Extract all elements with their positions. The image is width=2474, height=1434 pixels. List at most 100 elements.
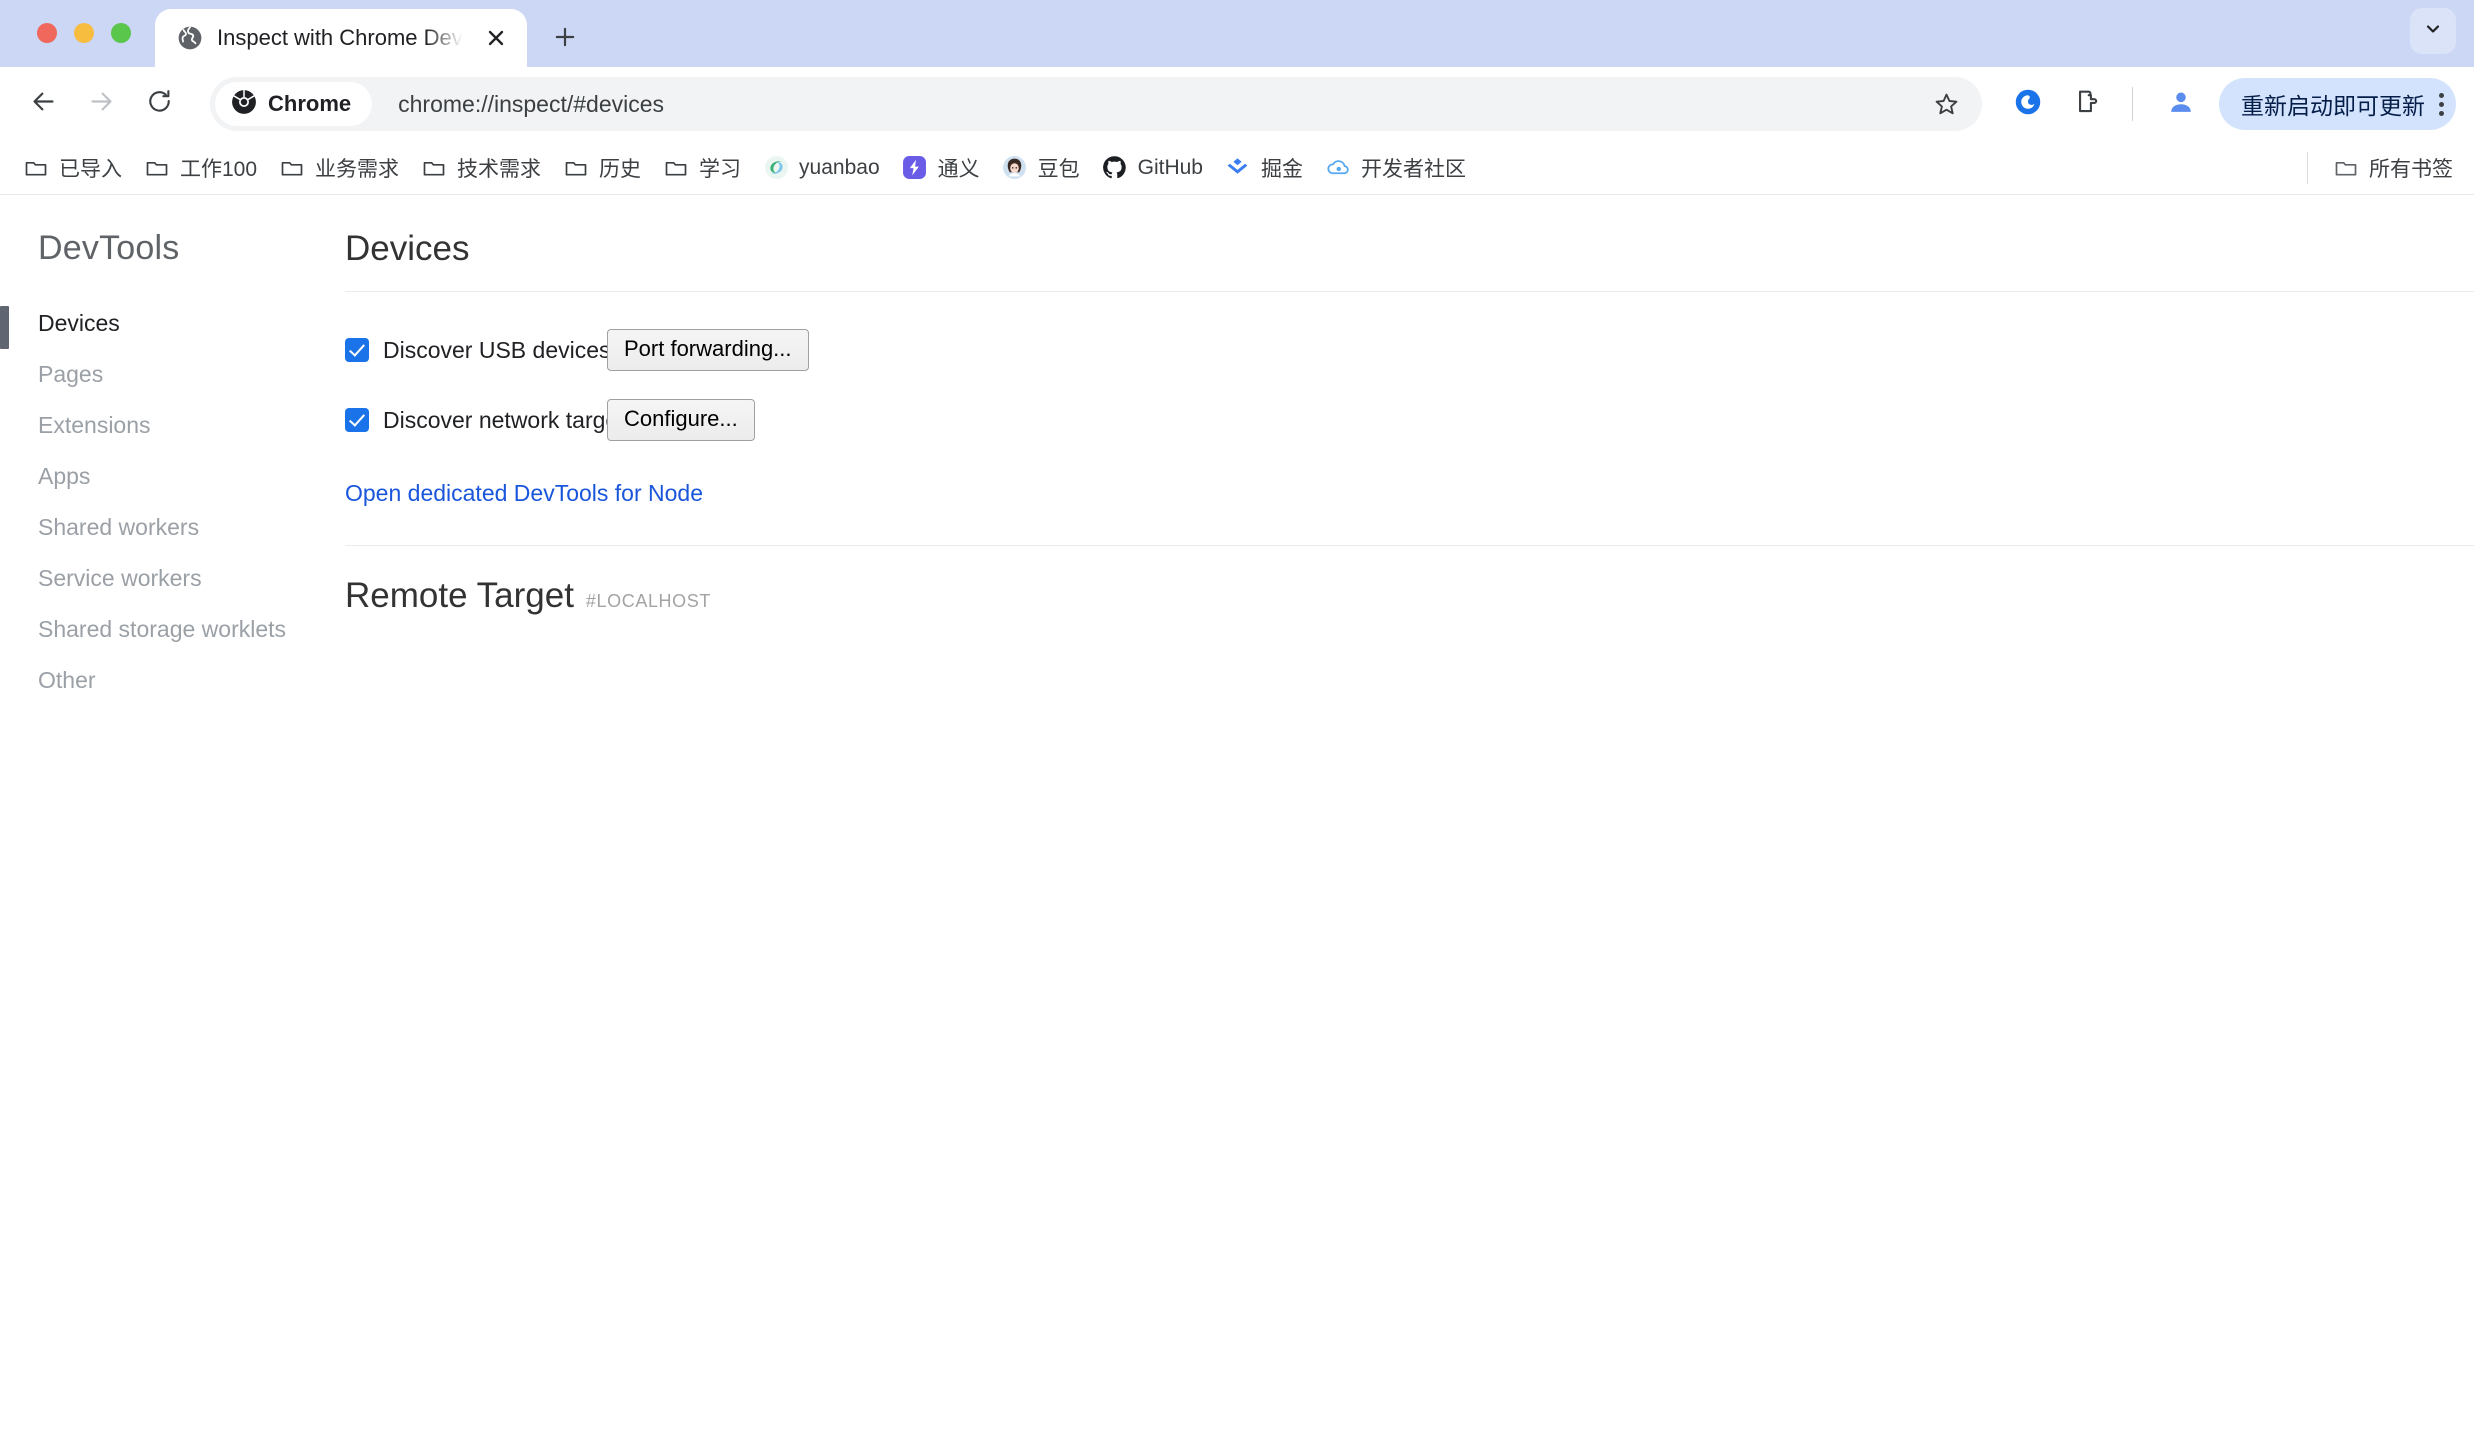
bookmark-item[interactable]: 业务需求 [268,147,410,189]
port-forwarding-button[interactable]: Port forwarding... [607,328,809,372]
reload-icon [146,88,173,120]
bookmark-item[interactable]: 工作100 [133,147,268,189]
arrow-left-icon [30,88,57,120]
sidebar-item-shared-storage-worklets[interactable]: Shared storage worklets [0,604,345,655]
sidebar-item-label: Pages [38,361,104,387]
profile-avatar-icon [2167,88,2195,121]
window-close-button[interactable] [37,23,57,43]
bookmark-label: yuanbao [799,155,880,179]
discover-usb-checkbox[interactable] [345,338,369,362]
bookmark-item[interactable]: 学习 [652,147,752,189]
browser-tab[interactable]: Inspect with Chrome Develop [155,9,527,67]
devtools-sidebar: DevTools Devices Pages Extensions Apps S… [0,195,345,1433]
three-dot-menu-icon[interactable] [2439,92,2444,116]
devcommunity-favicon [1325,155,1351,181]
chrome-chip-label: Chrome [268,91,352,116]
sidebar-item-apps[interactable]: Apps [0,451,345,502]
address-bar[interactable]: Chrome chrome://inspect/#devices [210,77,1982,131]
extensions-button[interactable] [2060,76,2116,132]
discover-usb-control[interactable]: Discover USB devices [345,337,611,364]
address-bar-url[interactable]: chrome://inspect/#devices [398,91,1920,118]
discovery-settings: Discover USB devices Port forwarding... … [345,292,2474,545]
bookmark-item[interactable]: 技术需求 [410,147,552,189]
doubao-favicon [1002,155,1028,181]
star-icon[interactable] [1920,78,1972,130]
discover-network-control[interactable]: Discover network targets [345,407,636,434]
devtools-title: DevTools [38,229,180,267]
remote-target-title: Remote Target [345,576,574,615]
sidebar-item-label: Shared storage worklets [38,616,287,642]
sidebar-item-label: Other [38,667,96,693]
sidebar-item-devices[interactable]: Devices [0,298,345,349]
open-node-devtools-link[interactable]: Open dedicated DevTools for Node [345,480,703,507]
bookmark-label: 技术需求 [457,157,542,181]
extensions-puzzle-icon [2074,88,2102,121]
bookmark-label: 掘金 [1260,157,1303,181]
bookmark-item[interactable]: yuanbao [752,147,891,189]
folder-icon [23,155,49,181]
folder-icon [663,155,689,181]
bookmark-label: 学习 [699,157,742,181]
bookmark-label: 豆包 [1037,157,1080,181]
window-controls [0,23,131,67]
yuanbao-favicon [763,155,789,181]
back-button[interactable] [14,75,72,133]
browser-assistant-button[interactable] [2000,76,2056,132]
all-bookmarks-label: 所有书签 [2369,157,2453,181]
tab-strip: Inspect with Chrome Develop [0,0,2474,67]
devices-panel: Devices Discover USB devices Port forwar… [345,195,2474,1433]
folder-icon [279,155,305,181]
bookmark-item[interactable]: 通义 [891,147,991,189]
bookmark-item[interactable]: 开发者社区 [1314,147,1477,189]
all-bookmarks-button[interactable]: 所有书签 [2322,147,2464,189]
sidebar-item-label: Extensions [38,412,151,438]
arrow-right-icon [88,88,115,120]
window-maximize-button[interactable] [111,23,131,43]
new-tab-button[interactable] [541,13,589,61]
sidebar-item-extensions[interactable]: Extensions [0,400,345,451]
tab-area: Inspect with Chrome Develop [155,9,589,67]
browser-toolbar: Chrome chrome://inspect/#devices 重新启动即可更… [0,67,2474,141]
update-button-label: 重新启动即可更新 [2241,93,2425,119]
remote-target-host: #LOCALHOST [585,591,711,611]
bookmark-label: GitHub [1137,155,1203,179]
folder-icon [421,155,447,181]
bookmark-item[interactable]: 历史 [552,147,652,189]
bookmark-item[interactable]: GitHub [1091,147,1214,189]
chrome-scheme-chip[interactable]: Chrome [215,82,373,126]
profile-button[interactable] [2153,76,2209,132]
github-favicon [1102,155,1128,181]
bookmark-item[interactable]: 掘金 [1214,147,1314,189]
window-minimize-button[interactable] [74,23,94,43]
forward-button[interactable] [72,75,130,133]
bookmark-label: 业务需求 [315,157,400,181]
reload-button[interactable] [130,75,188,133]
update-button[interactable]: 重新启动即可更新 [2219,78,2456,130]
page-title: Devices [345,229,470,268]
folder-icon [2333,155,2359,181]
tongyi-favicon [902,155,928,181]
configure-button[interactable]: Configure... [607,398,755,442]
close-icon[interactable] [479,21,513,55]
bookmark-item[interactable]: 已导入 [12,147,133,189]
sidebar-item-label: Apps [38,463,91,489]
tab-search-button[interactable] [2410,8,2456,54]
sidebar-item-shared-workers[interactable]: Shared workers [0,502,345,553]
chrome-logo-icon [231,89,257,120]
sidebar-item-pages[interactable]: Pages [0,349,345,400]
sidebar-item-other[interactable]: Other [0,655,345,706]
discover-usb-row: Discover USB devices Port forwarding... [345,328,2474,372]
bookmark-label: 开发者社区 [1360,157,1466,181]
sidebar-item-service-workers[interactable]: Service workers [0,553,345,604]
sidebar-item-label: Service workers [38,565,202,591]
discover-network-label: Discover network targets [383,406,637,433]
bookmark-item[interactable]: 豆包 [991,147,1091,189]
bookmark-label: 历史 [599,157,642,181]
bookmark-label: 工作100 [180,157,258,181]
tab-title: Inspect with Chrome Develop [217,25,465,50]
bookmark-label: 已导入 [59,157,122,181]
folder-icon [144,155,170,181]
discover-network-checkbox[interactable] [345,408,369,432]
globe-icon [177,25,203,51]
juejin-favicon [1225,155,1251,181]
